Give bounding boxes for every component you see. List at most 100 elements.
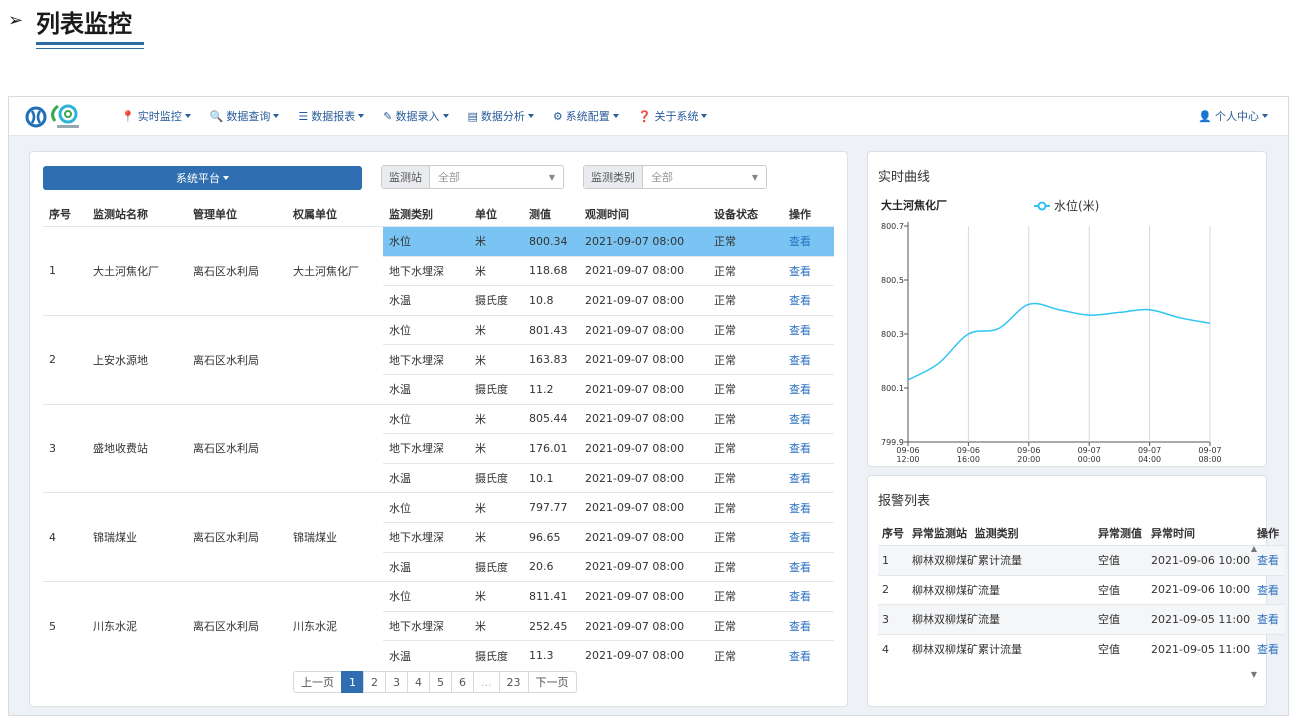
view-link[interactable]: 查看 <box>783 581 834 612</box>
section-title: 列表监控 <box>36 10 132 38</box>
scroll-down-icon[interactable]: ▼ <box>1249 670 1259 680</box>
view-link[interactable]: 查看 <box>783 551 834 582</box>
measured-value: 176.01 <box>523 433 579 464</box>
menu-label: 数据报表 <box>311 110 356 123</box>
alarm-number: 2 <box>878 574 908 605</box>
platform-dropdown-button[interactable]: 系统平台 <box>43 166 362 190</box>
x-tick-label: 00:00 <box>1078 455 1101 464</box>
view-link[interactable]: 查看 <box>783 255 834 286</box>
monitor-type: 水温 <box>383 285 469 316</box>
station-filter[interactable]: 监测站 全部 ▼ <box>381 165 564 189</box>
alarm-time: 2021-09-05 11:00 <box>1147 633 1253 664</box>
user-center-menu[interactable]: 👤 个人中心 <box>1198 97 1268 135</box>
page-button[interactable]: 23 <box>498 671 529 693</box>
alarm-scrollbar[interactable]: ▲ ▼ <box>1249 544 1259 680</box>
app-window: 📍 实时监控 🔍 数据查询 ☰ 数据报表 ✎ 数据录入 ▤ 数据分析 ⚙ 系统配置 ❓ 关于系… <box>8 96 1289 716</box>
page-button[interactable]: 3 <box>385 671 408 693</box>
alarm-number: 4 <box>878 633 908 664</box>
measured-value: 805.44 <box>523 403 579 434</box>
caret-down-icon <box>184 114 191 118</box>
unit: 米 <box>469 344 523 375</box>
row-number: 4 <box>43 492 87 582</box>
scroll-up-icon[interactable]: ▲ <box>1249 544 1259 554</box>
view-link[interactable]: 查看 <box>783 640 834 670</box>
alarm-time: 2021-09-05 11:00 <box>1147 604 1253 635</box>
unit: 米 <box>469 581 523 612</box>
view-link[interactable]: 查看 <box>783 373 834 405</box>
alarm-station: 柳林双柳煤矿累计流量 <box>908 545 1094 576</box>
unit: 摄氏度 <box>469 640 523 670</box>
device-status: 正常 <box>708 433 783 464</box>
menu-system-config[interactable]: ⚙ 系统配置 <box>553 108 619 124</box>
x-tick-label: 12:00 <box>896 455 919 464</box>
observation-time: 2021-09-07 08:00 <box>579 610 708 641</box>
view-link[interactable]: 查看 <box>783 521 834 553</box>
unit: 米 <box>469 226 523 257</box>
alarm-row: 4 柳林双柳煤矿累计流量 空值 2021-09-05 11:00 查看 <box>878 633 1285 664</box>
pagination: 上一页 1 2 3 4 5 6 ... 23 下一页 <box>293 671 577 693</box>
device-status: 正常 <box>708 492 783 523</box>
view-link[interactable]: 查看 <box>783 462 834 493</box>
y-tick-label: 800.5 <box>881 276 904 285</box>
category-filter[interactable]: 监测类别 全部 ▼ <box>583 165 767 189</box>
monitor-type: 水位 <box>383 314 469 345</box>
monitor-type: 水位 <box>383 226 469 257</box>
observation-time: 2021-09-07 08:00 <box>579 373 708 405</box>
platform-label: 系统平台 <box>176 172 220 185</box>
page-button[interactable]: 2 <box>363 671 386 693</box>
prev-page-button[interactable]: 上一页 <box>293 671 342 693</box>
station-select-value: 全部 <box>438 171 460 184</box>
device-status: 正常 <box>708 255 783 286</box>
view-link[interactable]: 查看 <box>783 433 834 464</box>
view-link[interactable]: 查看 <box>783 226 834 257</box>
category-select[interactable]: 全部 ▼ <box>643 166 766 188</box>
measured-value: 801.43 <box>523 314 579 345</box>
page-button[interactable]: 6 <box>451 671 474 693</box>
view-link[interactable]: 查看 <box>783 492 834 523</box>
menu-data-report[interactable]: ☰ 数据报表 <box>298 108 365 124</box>
menu-about-system[interactable]: ❓ 关于系统 <box>638 108 708 124</box>
observation-time: 2021-09-07 08:00 <box>579 521 708 553</box>
monitor-type: 地下水埋深 <box>383 610 469 641</box>
view-link[interactable]: 查看 <box>783 403 834 434</box>
monitor-type: 地下水埋深 <box>383 521 469 553</box>
view-link[interactable]: 查看 <box>783 610 834 641</box>
station-name: 上安水源地 <box>87 314 187 405</box>
view-link[interactable]: 查看 <box>783 314 834 345</box>
x-tick-label: 20:00 <box>1017 455 1040 464</box>
list-icon: ☰ <box>298 109 309 123</box>
page-button[interactable]: 1 <box>341 671 364 693</box>
x-tick-label: 09-07 <box>1198 446 1221 455</box>
unit: 米 <box>469 255 523 286</box>
view-link[interactable]: 查看 <box>783 285 834 316</box>
title-underline-thin <box>36 48 144 49</box>
device-status: 正常 <box>708 373 783 405</box>
menu-data-entry[interactable]: ✎ 数据录入 <box>383 108 449 124</box>
page-button[interactable]: 5 <box>429 671 452 693</box>
unit: 摄氏度 <box>469 373 523 405</box>
monitor-type: 地下水埋深 <box>383 433 469 464</box>
caret-down-icon <box>612 114 619 118</box>
next-page-button[interactable]: 下一页 <box>527 671 577 693</box>
unit: 米 <box>469 610 523 641</box>
logo-icon[interactable] <box>25 103 87 131</box>
device-status: 正常 <box>708 610 783 641</box>
station-filter-label: 监测站 <box>382 166 430 188</box>
alarm-list-panel: 报警列表 序号 异常监测站 监测类别 异常测值 异常时间 操作 1 柳林双柳煤矿累… <box>867 475 1285 707</box>
tasks-icon: ▤ <box>467 109 478 123</box>
x-tick-label: 16:00 <box>957 455 980 464</box>
menu-data-analysis[interactable]: ▤ 数据分析 <box>468 108 534 124</box>
menu-realtime-monitor[interactable]: 📍 实时监控 <box>121 108 191 124</box>
view-link[interactable]: 查看 <box>783 344 834 375</box>
menu-label: 关于系统 <box>654 110 699 123</box>
caret-down-icon <box>358 114 365 118</box>
station-select[interactable]: 全部 ▼ <box>430 166 563 188</box>
device-status: 正常 <box>708 462 783 493</box>
menu-data-query[interactable]: 🔍 数据查询 <box>210 108 280 124</box>
observation-time: 2021-09-07 08:00 <box>579 226 708 257</box>
col-header: 监测站名称 <box>93 208 148 221</box>
monitor-type: 地下水埋深 <box>383 344 469 375</box>
unit: 米 <box>469 492 523 523</box>
page-button[interactable]: 4 <box>407 671 430 693</box>
device-status: 正常 <box>708 344 783 375</box>
